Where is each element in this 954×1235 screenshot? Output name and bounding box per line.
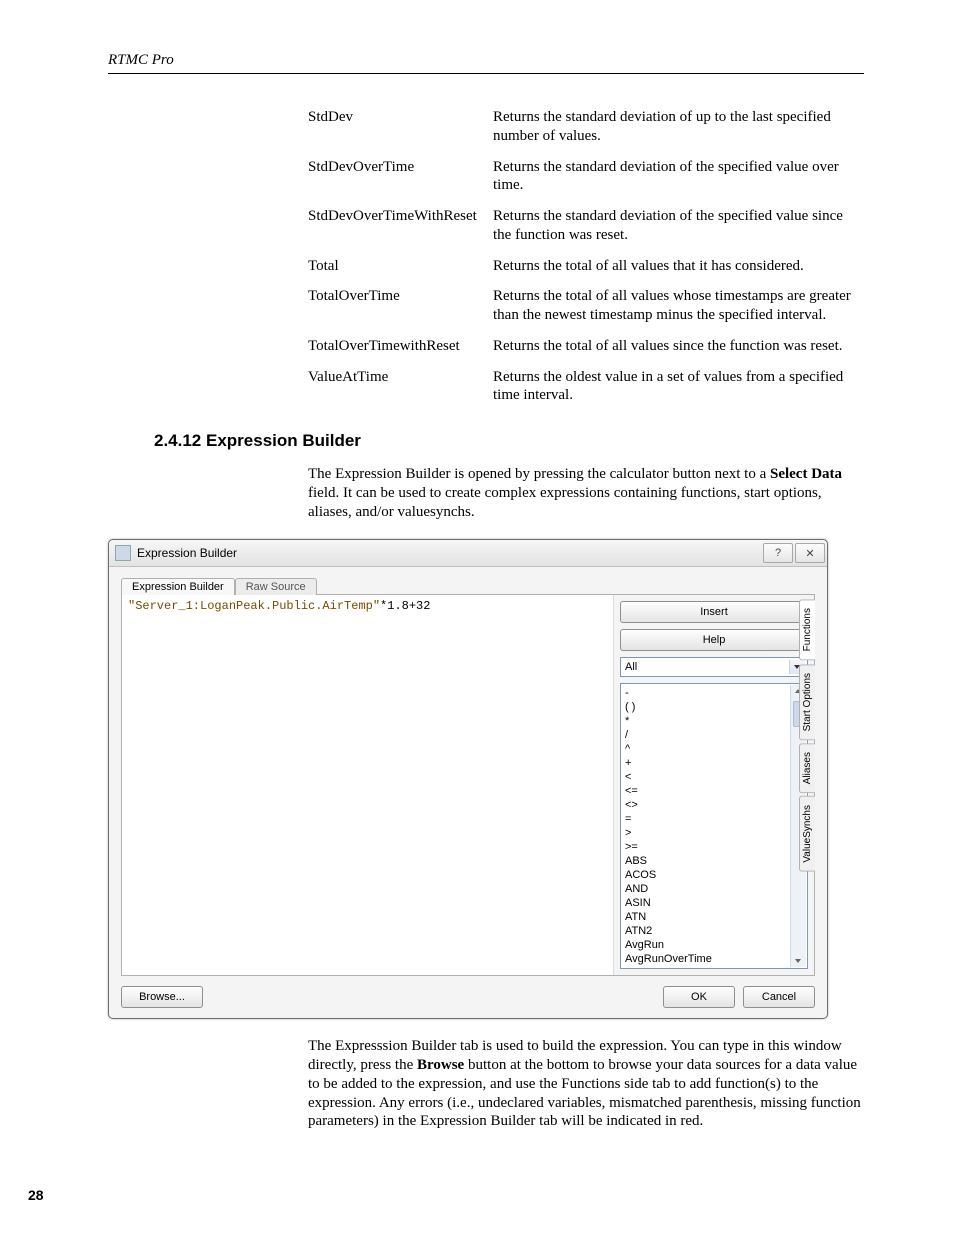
list-item[interactable]: ABS: [625, 854, 805, 868]
list-item[interactable]: ATN: [625, 910, 805, 924]
expression-tail: *1.8+32: [380, 599, 430, 613]
list-item[interactable]: <>: [625, 798, 805, 812]
definition-term: StdDev: [308, 108, 493, 146]
dialog-titlebar[interactable]: Expression Builder ? ✕: [109, 540, 827, 567]
definition-desc: Returns the standard deviation of the sp…: [493, 207, 864, 245]
ok-button[interactable]: OK: [663, 986, 735, 1008]
list-item[interactable]: AvgRun: [625, 938, 805, 952]
list-item[interactable]: >: [625, 826, 805, 840]
expression-builder-dialog: Expression Builder ? ✕ Expression Builde…: [108, 539, 828, 1019]
tab-panel: "Server_1:LoganPeak.Public.AirTemp"*1.8+…: [121, 594, 815, 976]
combo-value: All: [625, 661, 637, 673]
expression-editor[interactable]: "Server_1:LoganPeak.Public.AirTemp"*1.8+…: [122, 595, 614, 975]
section-heading: 2.4.12 Expression Builder: [154, 431, 864, 451]
definition-term: StdDevOverTimeWithReset: [308, 207, 493, 245]
running-head: RTMC Pro: [108, 52, 864, 69]
list-item[interactable]: /: [625, 728, 805, 742]
definition-desc: Returns the standard deviation of the sp…: [493, 158, 864, 196]
tab-raw-source[interactable]: Raw Source: [235, 578, 317, 595]
help-button[interactable]: Help: [620, 629, 808, 651]
intro-paragraph: The Expression Builder is opened by pres…: [308, 465, 864, 521]
list-item[interactable]: -: [625, 686, 805, 700]
category-combo[interactable]: All: [620, 657, 808, 677]
side-tab-strip: Functions Start Options Aliases ValueSyn…: [799, 599, 815, 872]
tab-expression-builder[interactable]: Expression Builder: [121, 578, 235, 595]
definition-list: StdDevReturns the standard deviation of …: [308, 108, 864, 405]
select-data-label: Select Data: [770, 466, 842, 482]
definition-desc: Returns the total of all values since th…: [493, 337, 864, 356]
list-item[interactable]: ^: [625, 742, 805, 756]
list-item[interactable]: ATN2: [625, 924, 805, 938]
intro-text: The Expression Builder is opened by pres…: [308, 466, 770, 482]
expression-string: "Server_1:LoganPeak.Public.AirTemp": [128, 599, 380, 613]
list-item[interactable]: =: [625, 812, 805, 826]
definition-desc: Returns the total of all values whose ti…: [493, 287, 864, 325]
definition-term: Total: [308, 257, 493, 276]
dialog-title: Expression Builder: [137, 546, 761, 560]
page-number: 28: [28, 1187, 44, 1203]
definition-desc: Returns the oldest value in a set of val…: [493, 368, 864, 406]
browse-button[interactable]: Browse...: [121, 986, 203, 1008]
definition-row: StdDevOverTimeReturns the standard devia…: [308, 158, 864, 196]
list-item[interactable]: ASIN: [625, 896, 805, 910]
insert-button[interactable]: Insert: [620, 601, 808, 623]
window-icon: [115, 545, 131, 561]
definition-term: TotalOverTime: [308, 287, 493, 325]
outro-paragraph: The Expresssion Builder tab is used to b…: [308, 1037, 864, 1131]
definition-row: TotalOverTimeReturns the total of all va…: [308, 287, 864, 325]
list-item[interactable]: ( ): [625, 700, 805, 714]
function-listbox[interactable]: - ( ) * / ^ + < <= <> = > >= ABS ACOS: [620, 683, 808, 969]
definition-row: TotalReturns the total of all values tha…: [308, 257, 864, 276]
list-item[interactable]: AvgRunOverTime: [625, 952, 805, 966]
list-item[interactable]: >=: [625, 840, 805, 854]
list-item[interactable]: AND: [625, 882, 805, 896]
definition-term: StdDevOverTime: [308, 158, 493, 196]
list-item[interactable]: <: [625, 770, 805, 784]
cancel-button[interactable]: Cancel: [743, 986, 815, 1008]
list-item[interactable]: +: [625, 756, 805, 770]
definition-row: StdDevOverTimeWithResetReturns the stand…: [308, 207, 864, 245]
side-tab-functions[interactable]: Functions: [799, 599, 815, 660]
definition-row: StdDevReturns the standard deviation of …: [308, 108, 864, 146]
definition-desc: Returns the total of all values that it …: [493, 257, 864, 276]
definition-term: TotalOverTimewithReset: [308, 337, 493, 356]
help-titlebar-button[interactable]: ?: [763, 543, 793, 563]
list-item[interactable]: *: [625, 714, 805, 728]
definition-desc: Returns the standard deviation of up to …: [493, 108, 864, 146]
dialog-button-row: Browse... OK Cancel: [121, 986, 815, 1008]
definition-row: ValueAtTimeReturns the oldest value in a…: [308, 368, 864, 406]
list-item[interactable]: ACOS: [625, 868, 805, 882]
intro-text: field. It can be used to create complex …: [308, 485, 822, 520]
definition-row: TotalOverTimewithResetReturns the total …: [308, 337, 864, 356]
close-titlebar-button[interactable]: ✕: [795, 543, 825, 563]
tab-strip: Expression Builder Raw Source: [121, 577, 815, 594]
browse-label: Browse: [417, 1057, 464, 1073]
list-item[interactable]: <=: [625, 784, 805, 798]
header-rule: [108, 73, 864, 74]
definition-term: ValueAtTime: [308, 368, 493, 406]
side-tab-aliases[interactable]: Aliases: [799, 743, 815, 793]
functions-panel: Insert Help All - ( ) * / ^ + < <=: [614, 595, 814, 975]
side-tab-start-options[interactable]: Start Options: [799, 664, 815, 740]
side-tab-valuesynchs[interactable]: ValueSynchs: [799, 796, 815, 872]
